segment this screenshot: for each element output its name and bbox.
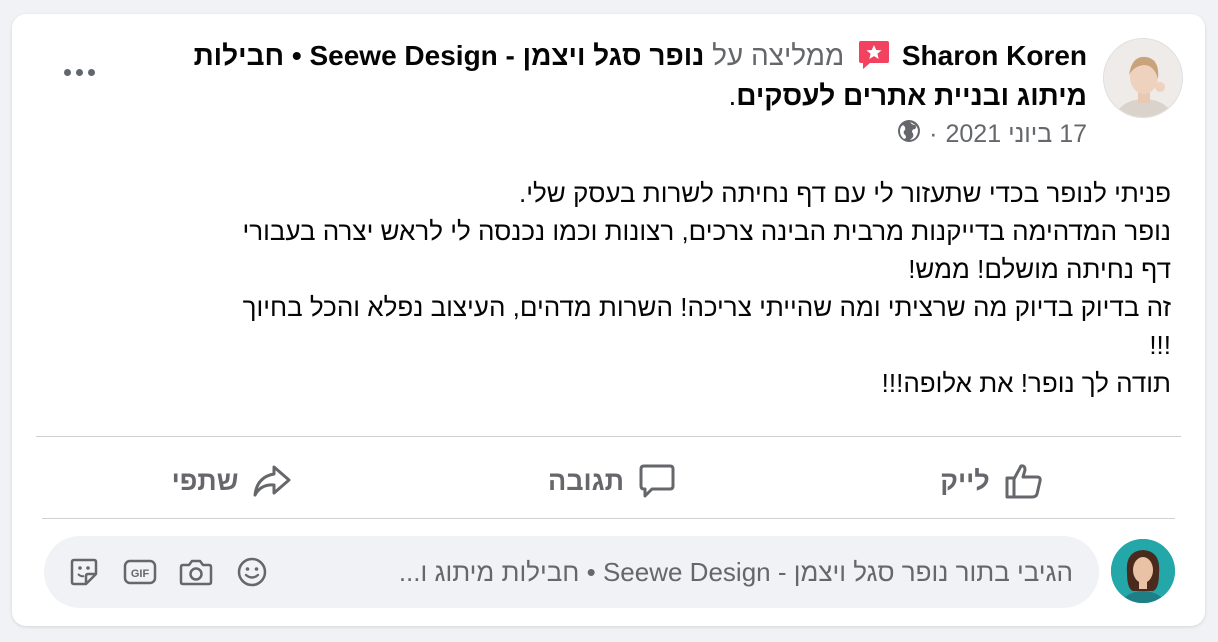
page-name-link[interactable]: נופר סגל ויצמן - Seewe Design • חבילות xyxy=(194,40,705,71)
recommend-badge-icon xyxy=(858,40,890,78)
action-bar: שתפי תגובה לייק xyxy=(42,446,1182,516)
post-body-line: !!! xyxy=(1149,330,1171,360)
thumbs-up-icon xyxy=(1005,464,1042,499)
author-avatar[interactable] xyxy=(1103,38,1183,118)
share-button[interactable]: שתפי xyxy=(42,453,422,509)
header-line-2: מיתוג ובניית אתרים לעסקים. xyxy=(127,78,1087,113)
page-name-link-continued[interactable]: מיתוג ובניית אתרים לעסקים xyxy=(736,80,1087,111)
share-label: שתפי xyxy=(171,465,239,496)
globe-icon[interactable] xyxy=(897,119,921,150)
share-arrow-icon xyxy=(253,465,291,497)
camera-icon[interactable] xyxy=(178,554,214,590)
post-body-line: תודה לך נופר! את אלופה!!! xyxy=(881,368,1171,398)
post-meta: 17 ביוני 2021 · xyxy=(127,119,1087,150)
dot xyxy=(63,68,71,76)
dot xyxy=(87,68,95,76)
post-header: Sharon Koren ממליצה על נופר סגל ויצמן - … xyxy=(127,38,1087,150)
header-line-1: Sharon Koren ממליצה על נופר סגל ויצמן - … xyxy=(127,38,1087,78)
review-post-card: Sharon Koren ממליצה על נופר סגל ויצמן - … xyxy=(12,14,1205,626)
composer-tools: GIF xyxy=(66,554,270,590)
comment-label: תגובה xyxy=(548,465,624,496)
post-body-line: דף נחיתה מושלם! ממש! xyxy=(908,254,1171,284)
more-options-icon[interactable] xyxy=(54,54,104,90)
sticker-icon[interactable] xyxy=(66,554,102,590)
recommends-word: ממליצה על xyxy=(712,40,845,71)
post-body: פניתי לנופר בכדי שתעזור לי עם דף נחיתה ל… xyxy=(31,174,1171,402)
divider-top xyxy=(36,436,1181,437)
author-name[interactable]: Sharon Koren xyxy=(902,40,1087,71)
post-body-line: נופר המדהימה בדייקנות מרבית הבינה צרכים,… xyxy=(242,216,1171,246)
svg-text:GIF: GIF xyxy=(131,568,150,580)
post-body-line: פניתי לנופר בכדי שתעזור לי עם דף נחיתה ל… xyxy=(519,178,1171,208)
like-label: לייק xyxy=(940,465,990,496)
post-date[interactable]: 17 ביוני 2021 xyxy=(946,120,1088,149)
post-body-line: זה בדיוק בדיוק מה שרציתי ומה שהייתי צריכ… xyxy=(242,292,1171,322)
meta-separator: · xyxy=(929,120,938,148)
speech-bubble-icon xyxy=(639,464,675,498)
comment-button[interactable]: תגובה xyxy=(422,453,802,509)
like-button[interactable]: לייק xyxy=(802,453,1182,509)
gif-icon[interactable]: GIF xyxy=(122,554,158,590)
comment-input[interactable]: הגיבי בתור נופר סגל ויצמן - Seewe Design… xyxy=(286,557,1073,588)
current-user-avatar[interactable] xyxy=(1111,539,1175,603)
smiley-icon[interactable] xyxy=(234,554,270,590)
comment-composer: הגיבי בתור נופר סגל ויצמן - Seewe Design… xyxy=(44,536,1099,608)
dot xyxy=(75,68,83,76)
divider-bottom xyxy=(42,518,1175,519)
